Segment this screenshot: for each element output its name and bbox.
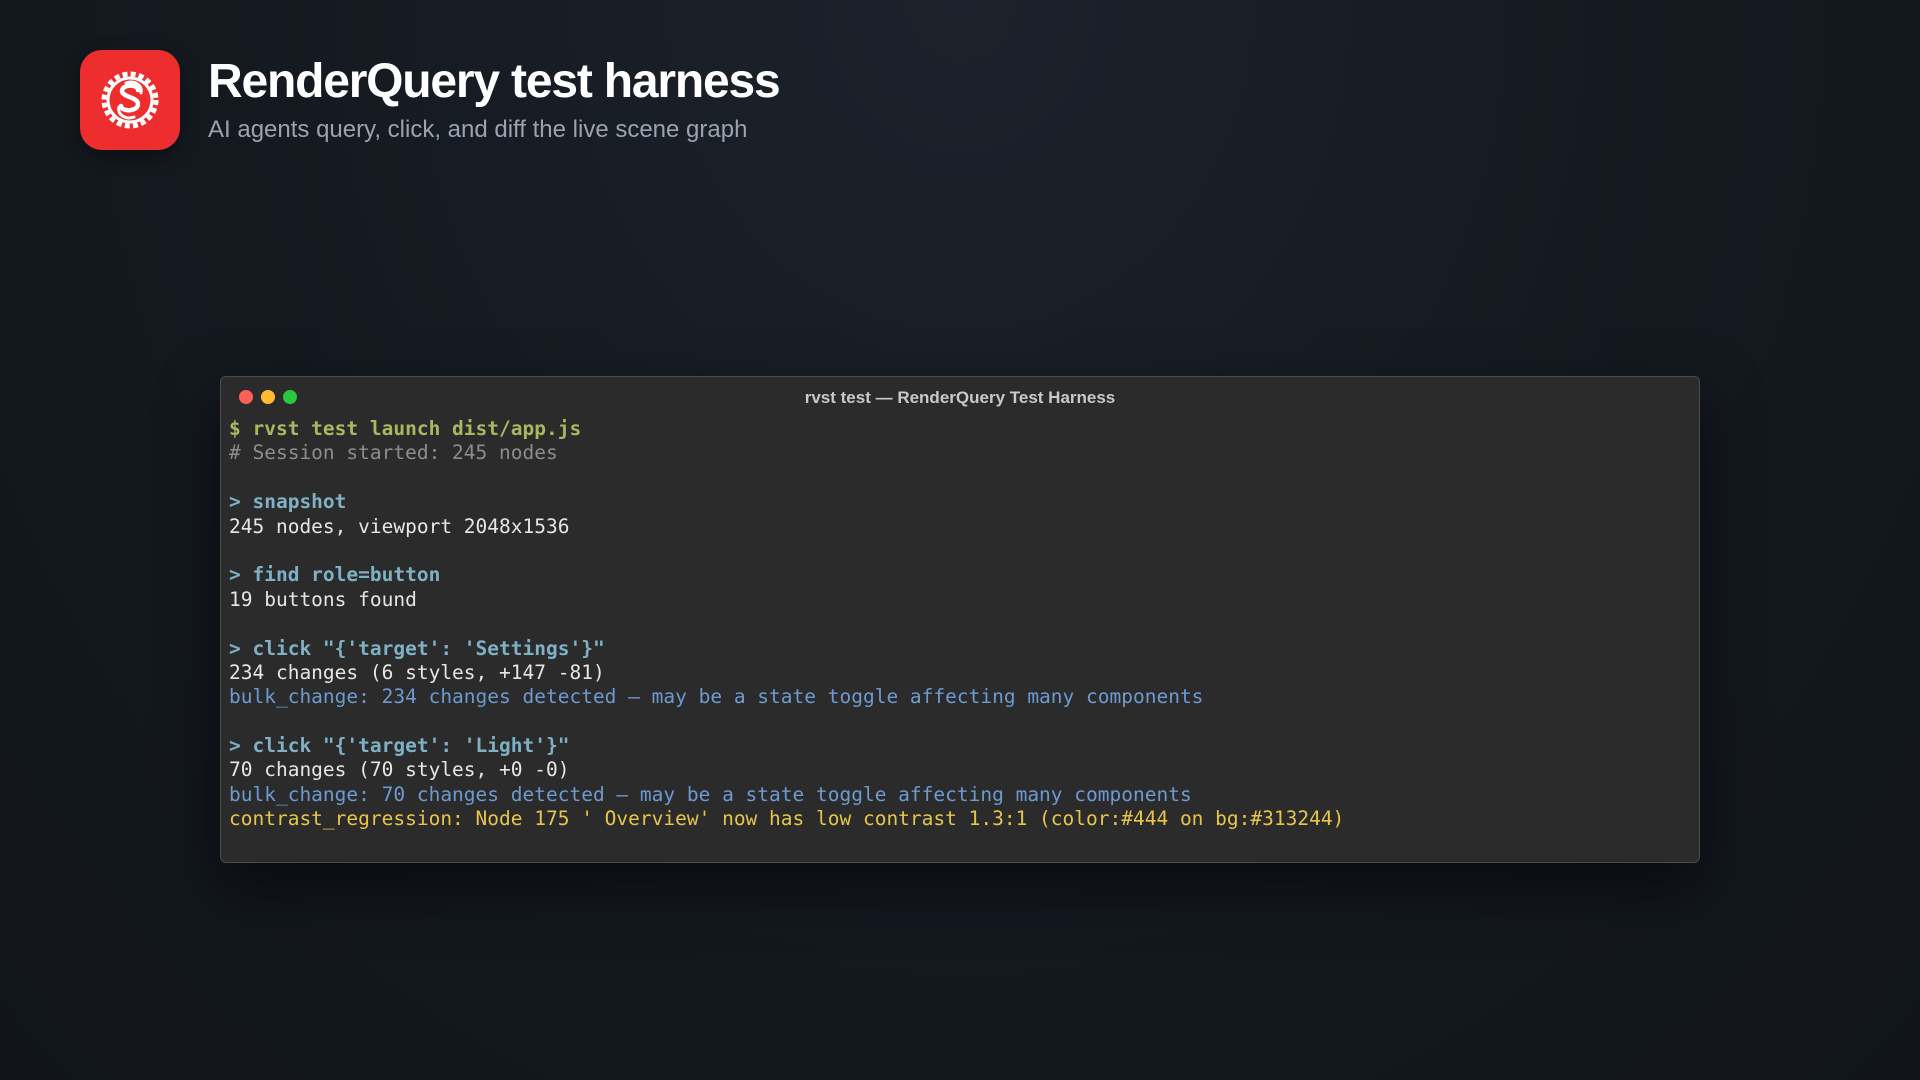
output-line: 234 changes (6 styles, +147 -81) — [229, 660, 605, 684]
shell-command-line: $ rvst test launch dist/app.js — [229, 417, 582, 440]
command-line: > click "{'target': 'Settings'}" — [229, 636, 605, 660]
page-subtitle: AI agents query, click, and diff the liv… — [208, 116, 748, 143]
warning-line: contrast_regression: Node 175 ' Overview… — [229, 807, 1345, 831]
app-logo — [80, 50, 180, 150]
page-title: RenderQuery test harness — [208, 55, 781, 108]
info-line: bulk_change: 70 changes detected — may b… — [229, 782, 1192, 806]
output-line: 19 buttons found — [229, 587, 417, 611]
command-line: > snapshot — [229, 490, 347, 514]
command-line: > click "{'target': 'Light'}" — [229, 734, 570, 758]
terminal-window: rvst test — RenderQuery Test Harness $ r… — [220, 376, 1700, 863]
title-bar: rvst test — RenderQuery Test Harness — [221, 377, 1699, 417]
comment-line: # Session started: 245 nodes — [229, 441, 558, 465]
window-title: rvst test — RenderQuery Test Harness — [804, 388, 1116, 407]
command-line: > find role=button — [229, 563, 441, 587]
info-line: bulk_change: 234 changes detected — may … — [229, 685, 1204, 709]
output-line: 245 nodes, viewport 2048x1536 — [229, 514, 570, 538]
header: RenderQuery test harness AI agents query… — [208, 52, 781, 146]
output-line: 70 changes (70 styles, +0 -0) — [229, 758, 570, 782]
svelte-gear-icon — [101, 71, 159, 129]
terminal-output[interactable]: $ rvst test launch dist/app.js # Session … — [221, 417, 1699, 832]
